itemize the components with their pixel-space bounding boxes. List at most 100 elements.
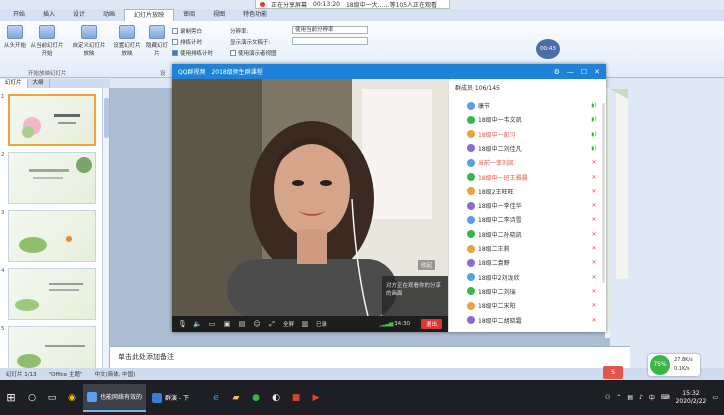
mic-muted-icon[interactable]: ✕	[589, 317, 599, 324]
notification-icon[interactable]: ▭	[712, 394, 718, 401]
slide-thumbnail[interactable]	[8, 268, 96, 320]
tab-view[interactable]: 视图	[204, 9, 234, 21]
record-narration[interactable]: 录制旁白	[172, 27, 202, 35]
tab-animation[interactable]: 动画	[94, 9, 124, 21]
search-icon[interactable]: ○	[24, 380, 40, 415]
maximize-icon[interactable]: ☐	[581, 68, 587, 76]
member-row[interactable]: 18级中二刘佳凡 ◗)	[449, 142, 607, 155]
fullscreen-label[interactable]: 全屏	[283, 320, 294, 328]
member-row[interactable]: 18级中一彭习 ◗)	[449, 128, 607, 141]
mic-on-icon[interactable]: ◗)	[589, 102, 599, 109]
ime-indicator[interactable]: 中	[649, 393, 655, 402]
mic-on-icon[interactable]: ◗)	[589, 131, 599, 138]
tab-home[interactable]: 开始	[4, 9, 34, 21]
member-row[interactable]: 18级中二宋阳 ✕	[449, 299, 607, 312]
member-list-scrollbar[interactable]	[602, 103, 605, 283]
slide-thumbnail[interactable]	[8, 152, 96, 204]
mic-muted-icon[interactable]: ✕	[589, 174, 599, 181]
media-icon[interactable]: ▶	[308, 380, 324, 415]
resolution-dropdown[interactable]: 使用当前分辨率	[292, 26, 368, 34]
screen-share-icon[interactable]: ▣	[223, 320, 231, 328]
taskbar-app[interactable]: 也能网络有效的	[83, 383, 147, 412]
wechat-icon[interactable]: ●	[248, 380, 264, 415]
present-icon[interactable]: ▤	[238, 320, 246, 328]
network-speed-widget[interactable]: 75% 27.8K/s 0.1K/s	[648, 354, 700, 376]
member-row[interactable]: 18级中一韦文凯 ◗)	[449, 113, 607, 126]
edge-icon[interactable]: e	[208, 380, 224, 415]
mic-muted-icon[interactable]: ✕	[589, 188, 599, 195]
folder-icon[interactable]: ▰	[228, 380, 244, 415]
task-view-icon[interactable]: ▭	[44, 380, 60, 415]
mic-muted-icon[interactable]: ✕	[589, 202, 599, 209]
microphone-icon[interactable]: 🎙	[178, 320, 187, 328]
keyboard-icon[interactable]: ⌨	[661, 394, 670, 401]
record-label[interactable]: 已录	[316, 320, 327, 328]
member-row[interactable]: 18级二王莉 ✕	[449, 242, 607, 255]
presenter-view-checkbox[interactable]: 使用演示者视图	[230, 49, 277, 57]
use-timings-checkbox[interactable]: 使用排练计时	[172, 49, 213, 57]
mic-muted-icon[interactable]: ✕	[589, 159, 599, 166]
member-row[interactable]: 18级中一班王雅晨 ✕	[449, 171, 607, 184]
member-row[interactable]: 18级中二李诗雪 ✕	[449, 213, 607, 226]
member-row[interactable]: 18级二袁野 ✕	[449, 256, 607, 269]
record-icon[interactable]: ▥	[301, 320, 309, 328]
camera-icon[interactable]: ▭	[208, 320, 216, 328]
tab-slides[interactable]: 幻灯片	[0, 79, 28, 88]
clock[interactable]: 15:32 2020/2/22	[676, 390, 707, 406]
sogou-ime-icon[interactable]: S	[603, 366, 623, 379]
speaker-icon[interactable]: 🔈	[193, 320, 202, 328]
minimize-icon[interactable]: —	[567, 68, 574, 76]
slide-panel-scrollbar[interactable]	[102, 88, 109, 368]
member-row[interactable]: 18级2王旺旺 ✕	[449, 185, 607, 198]
people-icon[interactable]: ⚇	[605, 394, 610, 401]
tab-insert[interactable]: 插入	[34, 9, 64, 21]
powerpoint-icon[interactable]: ■	[288, 380, 304, 415]
mic-on-icon[interactable]: ◗)	[589, 116, 599, 123]
collapse-button[interactable]: 收起	[418, 260, 436, 270]
tab-design[interactable]: 设计	[64, 9, 94, 21]
slide-thumbnail[interactable]	[8, 210, 96, 262]
chrome-icon[interactable]: ◉	[64, 380, 80, 415]
volume-icon[interactable]: ♪	[639, 394, 643, 401]
mic-on-icon[interactable]: ◗)	[589, 145, 599, 152]
member-row[interactable]: 18级中二胡晓霜 ✕	[449, 314, 607, 327]
custom-slideshow-button[interactable]: 自定义幻灯片放映	[72, 25, 106, 57]
close-icon[interactable]: ✕	[594, 68, 600, 76]
tab-outline[interactable]: 大纲	[28, 79, 50, 88]
mic-muted-icon[interactable]: ✕	[589, 274, 599, 281]
mic-muted-icon[interactable]: ✕	[589, 302, 599, 309]
mic-muted-icon[interactable]: ✕	[589, 288, 599, 295]
qq-icon[interactable]: ◐	[268, 380, 284, 415]
notes-pane[interactable]: 单击此处添加备注	[110, 346, 630, 368]
member-row[interactable]: 18级中二刘瑞 ✕	[449, 285, 607, 298]
mic-muted-icon[interactable]: ✕	[589, 245, 599, 252]
up-arrow-icon[interactable]: ⌃	[616, 394, 621, 401]
hide-slide-button[interactable]: 隐藏幻灯片	[144, 25, 170, 57]
fullscreen-icon[interactable]: ⤢	[268, 320, 276, 328]
mic-muted-icon[interactable]: ✕	[589, 216, 599, 223]
network-icon[interactable]: ▤	[627, 394, 633, 401]
taskbar-app[interactable]: 群演 - 下	[148, 384, 193, 412]
show-on-dropdown[interactable]	[292, 37, 368, 45]
scroll-thumb[interactable]	[104, 98, 109, 138]
quit-button[interactable]: 退出	[420, 319, 442, 329]
slide-thumbnail[interactable]	[8, 326, 96, 368]
tab-features[interactable]: 特色功能	[234, 9, 276, 21]
windows-start-icon[interactable]: ⊞	[0, 380, 22, 415]
member-row[interactable]: 18级中一李佳华 ✕	[449, 199, 607, 212]
settings-icon[interactable]: ⚙	[554, 68, 560, 76]
slide-thumbnail[interactable]	[8, 94, 96, 146]
member-row[interactable]: 当前一菲刘凯 ✕	[449, 156, 607, 169]
member-row[interactable]: 康节 ◗)	[449, 99, 607, 112]
tab-review[interactable]: 审阅	[174, 9, 204, 21]
mic-muted-icon[interactable]: ✕	[589, 231, 599, 238]
from-current-button[interactable]: 从当前幻灯片开始	[30, 25, 64, 57]
mic-muted-icon[interactable]: ✕	[589, 259, 599, 266]
invite-icon[interactable]: ☺	[253, 320, 261, 328]
member-row[interactable]: 18级中2刘泷欣 ✕	[449, 271, 607, 284]
setup-slideshow-button[interactable]: 设置幻灯片放映	[112, 25, 142, 57]
from-start-button[interactable]: 从头开始	[2, 25, 28, 49]
tab-slideshow[interactable]: 幻灯片放映	[124, 9, 175, 21]
member-row[interactable]: 18级中二孙晓凯 ✕	[449, 228, 607, 241]
rehearse-timings[interactable]: 排练计时	[172, 38, 202, 46]
